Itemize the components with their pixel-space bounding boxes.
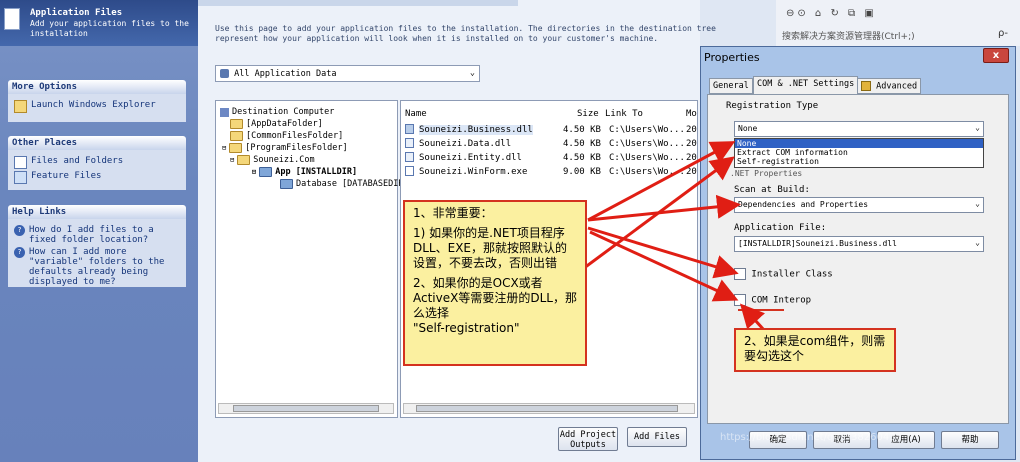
watermark: https://blog.csdn.net/qq_33826043 <box>720 432 896 443</box>
note-1-paragraph-2: 2、如果你的是OCX或者ActiveX等需要注册的DLL，那么选择 <box>413 276 577 320</box>
arrow-to-com-interop-2 <box>739 303 766 332</box>
annotation-note-1: 1、非常重要： 1) 如果你的是.NET项目程序DLL、EXE，那就按照默认的设… <box>403 200 587 366</box>
note-1-title: 1、非常重要： <box>413 206 493 220</box>
note-2-text: 2、如果是com组件，则需要勾选这个 <box>744 334 886 363</box>
annotation-note-2: 2、如果是com组件，则需要勾选这个 <box>734 328 896 372</box>
note-1-paragraph-1: 1) 如果你的是.NET项目程序DLL、EXE，那就按照默认的设置，不要去改，否… <box>413 226 567 270</box>
note-1-self-registration: "Self-registration" <box>413 321 520 335</box>
